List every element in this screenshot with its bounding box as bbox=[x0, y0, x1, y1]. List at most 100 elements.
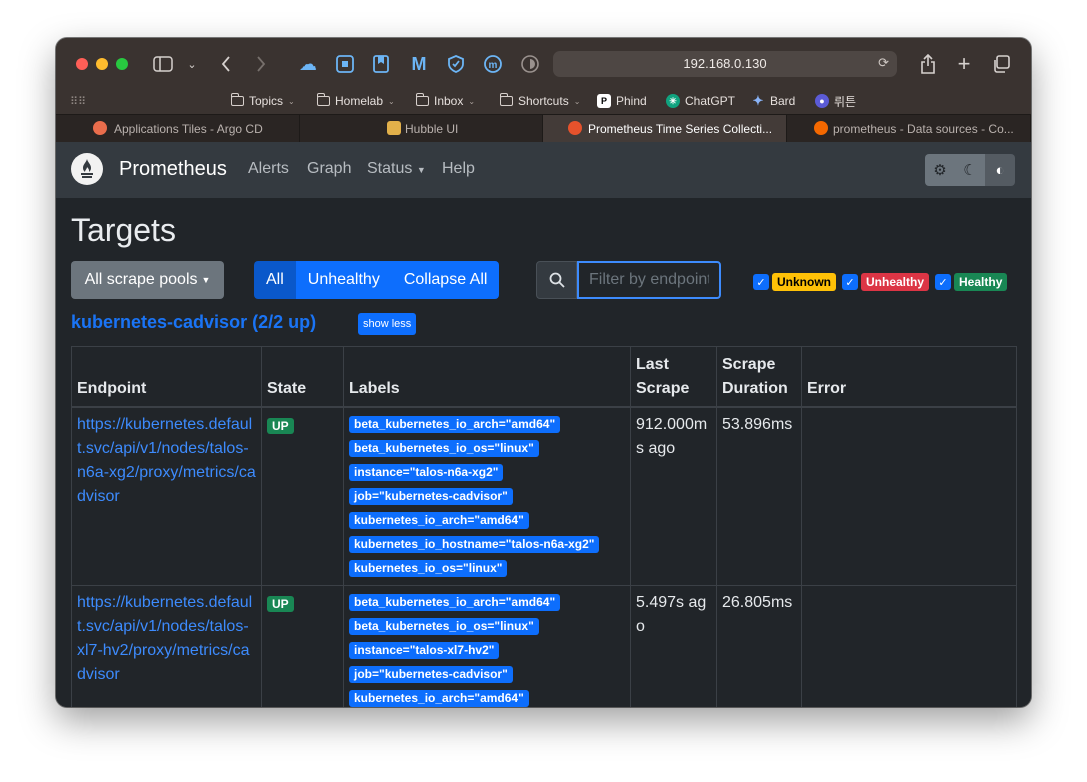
hubble-icon bbox=[387, 121, 401, 135]
bookmark-folder-shortcuts[interactable]: Shortcuts ⌄ bbox=[500, 92, 580, 110]
back-icon[interactable] bbox=[214, 52, 238, 76]
column-header: Endpoint bbox=[71, 346, 262, 408]
bookmark-label: Inbox bbox=[434, 94, 464, 108]
labels-cell: beta_kubernetes_io_arch="amd64" beta_kub… bbox=[343, 406, 631, 586]
close-window-button[interactable] bbox=[76, 58, 88, 70]
state-cell: UP bbox=[261, 406, 344, 586]
bookmark-chatgpt[interactable]: ✳ ChatGPT bbox=[666, 92, 735, 110]
filter-all-button[interactable]: All bbox=[254, 261, 296, 299]
chevron-down-icon[interactable]: ⌄ bbox=[180, 52, 204, 76]
nav-status[interactable]: Status ▼ bbox=[367, 160, 426, 178]
tab-title: prometheus - Data sources - Co... bbox=[833, 121, 1014, 136]
extension-icon[interactable] bbox=[333, 52, 357, 76]
badge-healthy: Healthy bbox=[954, 273, 1008, 291]
state-cell: UP bbox=[261, 585, 344, 707]
nav-graph[interactable]: Graph bbox=[307, 160, 351, 178]
scrape-duration-cell: 26.805ms bbox=[716, 585, 802, 707]
column-header: State bbox=[261, 346, 344, 408]
bookmark-label: Phind bbox=[616, 94, 647, 108]
extension-icon[interactable]: ☁ bbox=[296, 52, 320, 76]
caret-down-icon: ▼ bbox=[416, 165, 426, 175]
shield-icon[interactable] bbox=[444, 52, 468, 76]
nav-help[interactable]: Help bbox=[442, 160, 475, 178]
browser-window: ⌄ ☁ M m 192.168.0.130 ⟳ + ⠿⠿ Topics ⌄ Ho… bbox=[56, 38, 1031, 707]
phind-icon: P bbox=[597, 94, 611, 108]
moon-icon[interactable]: ☾ bbox=[955, 154, 985, 186]
checkbox-healthy[interactable]: ✓ bbox=[935, 274, 952, 290]
sidebar-icon[interactable] bbox=[151, 52, 175, 76]
last-scrape-cell: 912.000ms ago bbox=[630, 406, 717, 586]
badge-unknown: Unknown bbox=[772, 273, 836, 291]
scrape-pool-title[interactable]: kubernetes-cadvisor (2/2 up) bbox=[71, 312, 316, 333]
minimize-window-button[interactable] bbox=[96, 58, 108, 70]
bookmark-folder-inbox[interactable]: Inbox ⌄ bbox=[416, 92, 475, 110]
scrape-pools-dropdown[interactable]: All scrape pools ▼ bbox=[71, 261, 224, 299]
bookmark-wrtn[interactable]: ● 뤼튼 bbox=[815, 92, 856, 110]
chevron-down-icon: ⌄ bbox=[573, 96, 581, 106]
forward-icon[interactable] bbox=[249, 52, 273, 76]
bookmark-icon[interactable] bbox=[369, 52, 393, 76]
tab-grafana[interactable]: prometheus - Data sources - Co... bbox=[787, 115, 1031, 142]
search-group bbox=[536, 261, 721, 299]
endpoint-cell: https://kubernetes.default.svc/api/v1/no… bbox=[71, 585, 262, 707]
grid-icon[interactable]: ⠿⠿ bbox=[70, 92, 86, 110]
prometheus-logo-icon[interactable] bbox=[71, 153, 103, 185]
brand-title[interactable]: Prometheus bbox=[119, 158, 227, 181]
bookmark-phind[interactable]: P Phind bbox=[597, 92, 647, 110]
bookmark-bard[interactable]: ✦ Bard bbox=[751, 92, 796, 110]
theme-toggle: ⚙ ☾ ◐ bbox=[925, 154, 1015, 186]
checkbox-unknown[interactable]: ✓ bbox=[753, 274, 769, 290]
chevron-down-icon: ⌄ bbox=[388, 96, 395, 106]
tab-overview-icon[interactable] bbox=[989, 52, 1013, 76]
caret-down-icon: ▼ bbox=[201, 275, 211, 285]
table-row: https://kubernetes.default.svc/api/v1/no… bbox=[71, 406, 1017, 586]
share-icon[interactable] bbox=[916, 52, 940, 76]
last-scrape-cell: 5.497s ago bbox=[630, 585, 717, 707]
bookmark-label: Bard bbox=[770, 94, 796, 108]
contrast-icon[interactable]: ◐ bbox=[985, 154, 1015, 186]
wrtn-icon: ● bbox=[815, 94, 829, 108]
nav-alerts[interactable]: Alerts bbox=[248, 160, 289, 178]
folder-icon bbox=[416, 93, 429, 106]
error-cell bbox=[801, 585, 1017, 707]
collapse-all-button[interactable]: Collapse All bbox=[391, 261, 500, 299]
extension-icon[interactable] bbox=[518, 52, 542, 76]
label-badge: instance="talos-n6a-xg2" bbox=[349, 463, 504, 481]
endpoint-link[interactable]: https://kubernetes.default.svc/api/v1/no… bbox=[77, 594, 252, 683]
search-input[interactable] bbox=[577, 261, 721, 299]
filter-unhealthy-button[interactable]: Unhealthy bbox=[295, 261, 392, 299]
state-badge: UP bbox=[267, 417, 294, 434]
tab-argo-cd[interactable]: Applications Tiles - Argo CD bbox=[56, 115, 300, 142]
folder-icon bbox=[500, 93, 513, 106]
address-bar[interactable]: 192.168.0.130 ⟳ bbox=[553, 51, 897, 77]
tab-hubble-ui[interactable]: Hubble UI bbox=[300, 115, 543, 142]
extension-icon[interactable]: M bbox=[407, 52, 431, 76]
label-badge: beta_kubernetes_io_arch="amd64" bbox=[349, 415, 561, 433]
badge-unhealthy: Unhealthy bbox=[861, 273, 930, 291]
reload-icon[interactable]: ⟳ bbox=[878, 55, 889, 71]
bookmark-folder-topics[interactable]: Topics ⌄ bbox=[231, 92, 295, 110]
label-badge: beta_kubernetes_io_os="linux" bbox=[349, 618, 539, 635]
folder-icon bbox=[317, 93, 330, 106]
argo-icon bbox=[93, 121, 107, 135]
zoom-window-button[interactable] bbox=[116, 58, 128, 70]
folder-icon bbox=[231, 93, 244, 106]
tab-title: Prometheus Time Series Collecti... bbox=[588, 121, 773, 136]
tab-prometheus[interactable]: Prometheus Time Series Collecti... bbox=[543, 115, 787, 142]
search-icon bbox=[536, 261, 577, 299]
error-cell bbox=[801, 406, 1017, 586]
state-badge: UP bbox=[267, 596, 294, 612]
checkbox-unhealthy[interactable]: ✓ bbox=[842, 274, 858, 290]
new-tab-icon[interactable]: + bbox=[952, 51, 976, 76]
bookmark-folder-homelab[interactable]: Homelab ⌄ bbox=[317, 92, 395, 110]
page-title: Targets bbox=[71, 212, 176, 248]
bookmark-label: 뤼튼 bbox=[834, 94, 857, 109]
column-header: Scrape Duration bbox=[716, 346, 802, 408]
table-row: https://kubernetes.default.svc/api/v1/no… bbox=[71, 585, 1017, 707]
gear-icon[interactable]: ⚙ bbox=[925, 154, 955, 186]
show-less-button[interactable]: show less bbox=[358, 313, 417, 335]
bard-icon: ✦ bbox=[752, 93, 764, 108]
endpoint-link[interactable]: https://kubernetes.default.svc/api/v1/no… bbox=[77, 416, 256, 505]
page-content: Targets All scrape pools ▼ All Unhealthy… bbox=[56, 198, 1031, 707]
extension-icon[interactable]: m bbox=[481, 52, 505, 76]
